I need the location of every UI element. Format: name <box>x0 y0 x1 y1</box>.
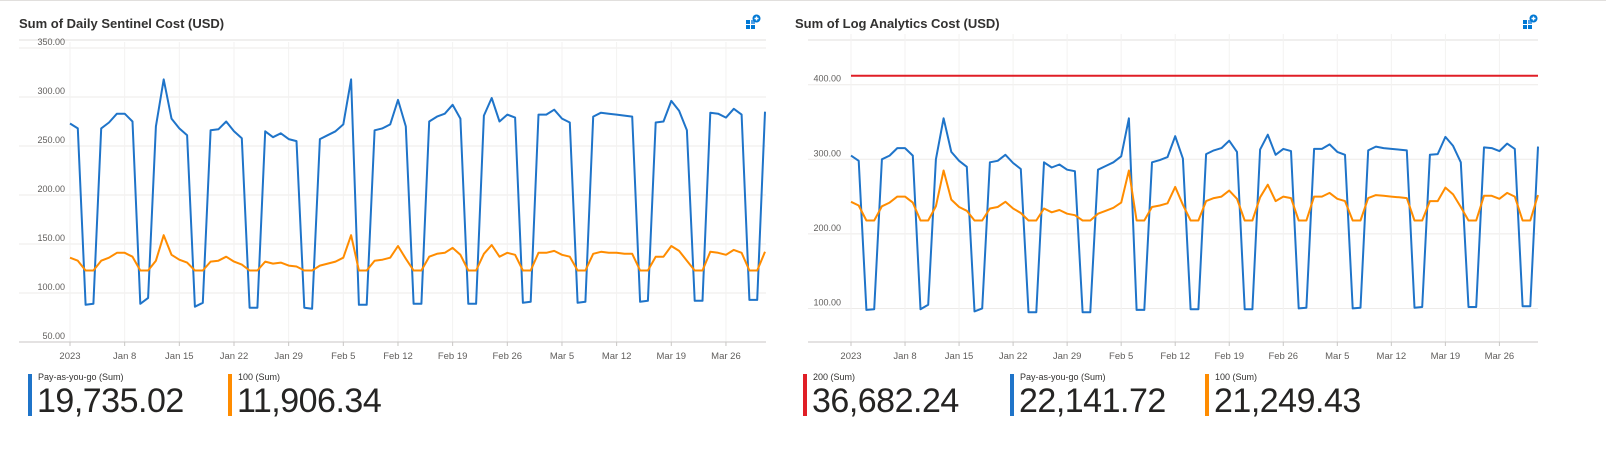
x-tick-label: 2023 <box>59 351 80 362</box>
legend-color-swatch <box>1205 374 1209 416</box>
chart-panel-log-analytics-cost: Sum of Log Analytics Cost (USD) 100.00 20… <box>795 0 1606 449</box>
x-tick-label: Jan 15 <box>945 351 974 362</box>
x-tick-label: Jan 22 <box>220 351 249 362</box>
x-tick-label: Jan 29 <box>1053 351 1082 362</box>
y-tick-label: 250.00 <box>37 135 65 145</box>
x-tick-label: Feb 26 <box>1268 351 1298 362</box>
series-line-pay-as-you-go-sum <box>850 117 1539 314</box>
x-tick-label: Jan 8 <box>113 351 136 362</box>
x-tick-label: 2023 <box>840 351 861 362</box>
x-tick-label: Feb 12 <box>383 351 413 362</box>
x-tick-label: Mar 26 <box>1485 351 1515 362</box>
log-analytics-cost-line-chart: 100.00 200.00 300.00 400.00 2023 Jan 8 Jan 15 J… <box>808 34 1539 362</box>
series-line-pay-as-you-go-sum <box>69 78 766 310</box>
y-tick-label: 200.00 <box>813 223 841 233</box>
legend-value: 22,141.72 <box>1019 382 1166 420</box>
x-tick-label: Mar 5 <box>1325 351 1349 362</box>
x-tick-label: Jan 29 <box>274 351 303 362</box>
x-tick-label: Mar 5 <box>550 351 574 362</box>
x-tick-label: Jan 8 <box>893 351 916 362</box>
y-tick-label: 50.00 <box>42 331 65 341</box>
y-tick-label: 100.00 <box>813 297 841 307</box>
sentinel-cost-line-chart: 50.00 100.00 150.00 200.00 250.00 300.00 350.0… <box>19 37 766 362</box>
x-tick-label: Mar 19 <box>1431 351 1461 362</box>
legend-label: Pay-as-you-go (Sum) <box>38 372 124 382</box>
x-tick-label: Feb 26 <box>493 351 523 362</box>
legend-label: 100 (Sum) <box>1215 372 1258 382</box>
x-tick-label: Mar 12 <box>1377 351 1407 362</box>
legend-color-swatch <box>1010 374 1014 416</box>
y-tick-label: 300.00 <box>813 148 841 158</box>
legend-label: 100 (Sum) <box>238 372 281 382</box>
legend-label: 200 (Sum) <box>813 372 856 382</box>
y-tick-label: 350.00 <box>37 37 65 47</box>
legend-color-swatch <box>28 374 32 416</box>
x-tick-label: Feb 19 <box>1214 351 1244 362</box>
chart-panel-sentinel-cost: Sum of Daily Sentinel Cost (USD) 50.00 10… <box>0 0 800 449</box>
legend-color-swatch <box>803 374 807 416</box>
y-tick-label: 150.00 <box>37 233 65 243</box>
x-tick-label: Mar 12 <box>602 351 632 362</box>
legend-value: 19,735.02 <box>37 382 184 420</box>
y-tick-label: 100.00 <box>37 282 65 292</box>
x-tick-label: Feb 12 <box>1160 351 1190 362</box>
legend-value: 11,906.34 <box>237 382 382 420</box>
y-tick-label: 300.00 <box>37 86 65 96</box>
legend-value: 21,249.43 <box>1214 382 1361 420</box>
y-tick-label: 400.00 <box>813 74 841 84</box>
y-tick-label: 200.00 <box>37 184 65 194</box>
x-tick-label: Mar 26 <box>711 351 741 362</box>
x-tick-label: Mar 19 <box>657 351 687 362</box>
x-tick-label: Feb 19 <box>438 351 468 362</box>
x-tick-label: Jan 15 <box>165 351 194 362</box>
x-tick-label: Feb 5 <box>331 351 355 362</box>
x-tick-label: Jan 22 <box>999 351 1028 362</box>
x-tick-label: Feb 5 <box>1109 351 1133 362</box>
series-line-100-sum <box>69 234 766 272</box>
legend-value: 36,682.24 <box>812 382 959 420</box>
series-line-100-sum <box>850 169 1539 222</box>
legend-color-swatch <box>228 374 232 416</box>
legend-label: Pay-as-you-go (Sum) <box>1020 372 1106 382</box>
